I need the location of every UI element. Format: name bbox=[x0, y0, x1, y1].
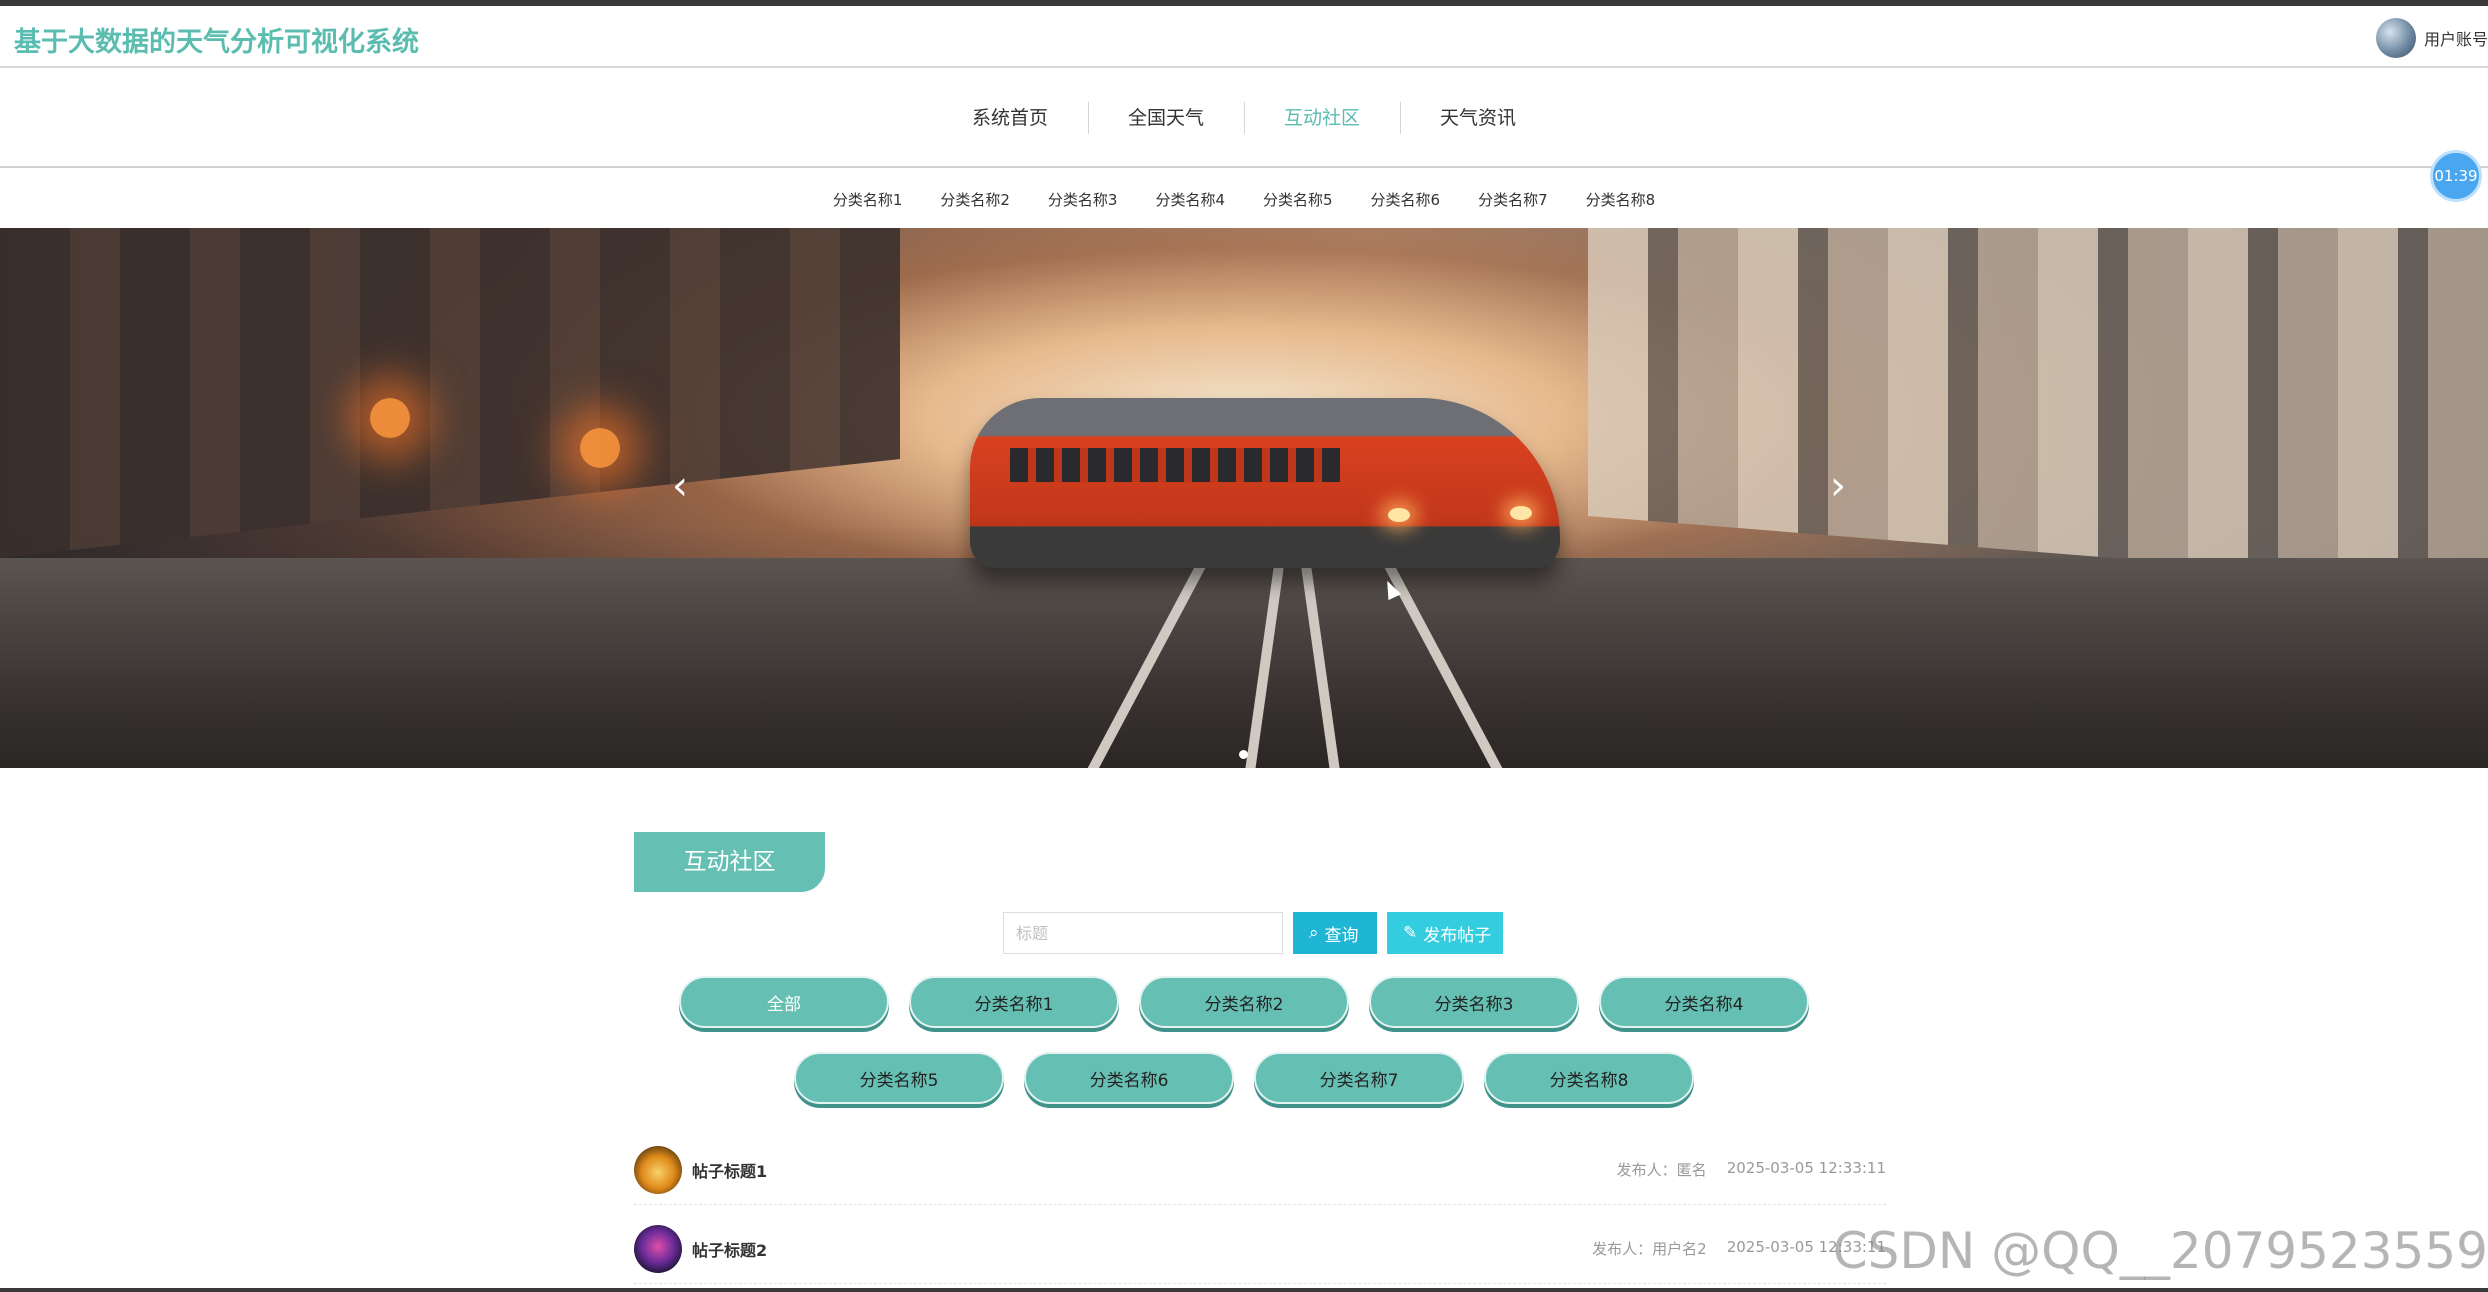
banner-carousel[interactable]: ‹ › bbox=[0, 228, 2488, 768]
banner-buildings-left bbox=[0, 228, 900, 558]
banner-light bbox=[370, 398, 410, 438]
category-pill[interactable]: 分类名称5 bbox=[794, 1052, 1004, 1104]
sub-nav-item[interactable]: 分类名称7 bbox=[1459, 180, 1567, 220]
watermark: CSDN @QQ__2079523559 bbox=[1832, 1222, 2488, 1280]
nav-item-weather-news[interactable]: 天气资讯 bbox=[1400, 100, 1556, 136]
category-pill[interactable]: 分类名称3 bbox=[1369, 976, 1579, 1028]
train-headlight bbox=[1510, 506, 1532, 520]
post-list-item[interactable]: 帖子标题1 发布人：匿名 2025-03-05 12:33:11 bbox=[634, 1135, 1886, 1205]
query-button-label: 查询 bbox=[1324, 925, 1359, 946]
carousel-next-icon[interactable]: › bbox=[1818, 456, 1858, 516]
sub-nav-item[interactable]: 分类名称5 bbox=[1244, 180, 1352, 220]
category-pill[interactable]: 分类名称7 bbox=[1254, 1052, 1464, 1104]
search-bar: ⌕ 查询 ✎ 发布帖子 bbox=[1003, 912, 1503, 956]
sub-nav-item[interactable]: 分类名称3 bbox=[1029, 180, 1137, 220]
window-bottom-edge bbox=[0, 1288, 2488, 1292]
sub-nav-item[interactable]: 分类名称8 bbox=[1567, 180, 1675, 220]
user-label[interactable]: 用户账号 bbox=[2424, 26, 2488, 50]
post-thumbnail[interactable] bbox=[634, 1224, 682, 1273]
sub-nav: 分类名称1 分类名称2 分类名称3 分类名称4 分类名称5 分类名称6 分类名称… bbox=[0, 180, 2488, 220]
banner-ground bbox=[0, 558, 2488, 768]
carousel-indicator-dot[interactable] bbox=[1239, 750, 1248, 759]
post-meta: 发布人：匿名 2025-03-05 12:33:11 bbox=[1617, 1159, 1886, 1180]
publish-post-label: 发布帖子 bbox=[1423, 925, 1492, 946]
avatar[interactable] bbox=[2375, 18, 2416, 58]
site-title: 基于大数据的天气分析可视化系统 bbox=[14, 27, 419, 58]
category-pill[interactable]: 分类名称1 bbox=[909, 976, 1119, 1028]
nav-item-home[interactable]: 系统首页 bbox=[932, 100, 1088, 136]
post-list-item[interactable]: 帖子标题2 发布人：用户名2 2025-03-05 12:33:11 bbox=[634, 1214, 1886, 1284]
post-time: 2025-03-05 12:33:11 bbox=[1726, 1159, 1886, 1177]
train-headlight bbox=[1388, 508, 1410, 522]
post-title[interactable]: 帖子标题2 bbox=[692, 1237, 767, 1261]
header: 基于大数据的天气分析可视化系统 用户账号 bbox=[0, 6, 2488, 68]
edit-icon: ✎ bbox=[1403, 923, 1418, 943]
train-windows bbox=[1010, 448, 1340, 482]
carousel-prev-icon[interactable]: ‹ bbox=[660, 456, 700, 516]
category-pill[interactable]: 分类名称4 bbox=[1599, 976, 1809, 1028]
banner-buildings-right bbox=[1588, 228, 2488, 588]
nav-item-national-weather[interactable]: 全国天气 bbox=[1087, 100, 1244, 136]
post-thumbnail[interactable] bbox=[634, 1145, 682, 1194]
sub-nav-item[interactable]: 分类名称2 bbox=[921, 180, 1029, 220]
publish-post-button[interactable]: ✎ 发布帖子 bbox=[1387, 912, 1503, 954]
sub-nav-item[interactable]: 分类名称6 bbox=[1352, 180, 1460, 220]
banner-train bbox=[970, 398, 1560, 568]
nav-item-community[interactable]: 互动社区 bbox=[1244, 100, 1400, 136]
category-pill[interactable]: 分类名称2 bbox=[1139, 976, 1349, 1028]
post-publisher: 发布人：匿名 bbox=[1616, 1161, 1707, 1179]
category-filter-row-2: 分类名称5 分类名称6 分类名称7 分类名称8 bbox=[0, 1052, 2488, 1104]
user-menu[interactable]: 用户账号 bbox=[2375, 16, 2488, 60]
category-filter-row-1: 全部 分类名称1 分类名称2 分类名称3 分类名称4 bbox=[0, 976, 2488, 1028]
post-publisher: 发布人：用户名2 bbox=[1592, 1240, 1707, 1258]
section-title: 互动社区 bbox=[634, 832, 825, 892]
banner-light bbox=[580, 428, 620, 468]
category-pill-all[interactable]: 全部 bbox=[679, 976, 889, 1028]
post-title[interactable]: 帖子标题1 bbox=[692, 1158, 767, 1182]
category-pill[interactable]: 分类名称6 bbox=[1024, 1052, 1234, 1104]
sub-nav-item[interactable]: 分类名称4 bbox=[1136, 180, 1244, 220]
sub-nav-item[interactable]: 分类名称1 bbox=[814, 180, 922, 220]
search-input[interactable] bbox=[1003, 912, 1283, 954]
search-icon: ⌕ bbox=[1309, 923, 1319, 943]
query-button[interactable]: ⌕ 查询 bbox=[1293, 912, 1377, 954]
main-nav: 系统首页 全国天气 互动社区 天气资讯 bbox=[0, 70, 2488, 168]
category-pill[interactable]: 分类名称8 bbox=[1484, 1052, 1694, 1104]
